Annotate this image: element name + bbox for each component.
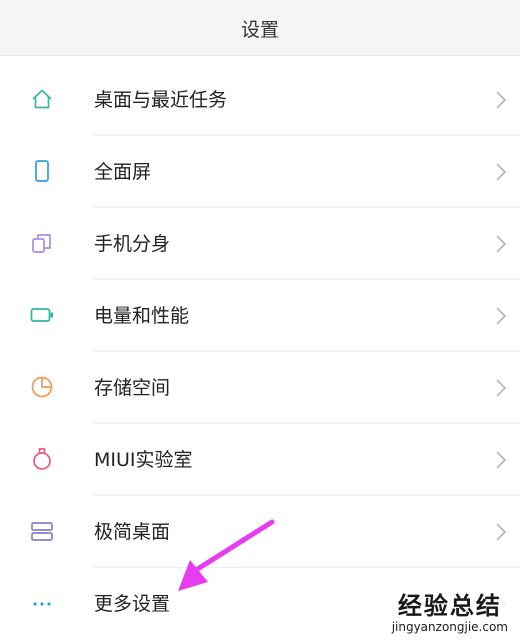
chevron-right-icon xyxy=(496,307,507,325)
pie-chart-icon xyxy=(31,376,53,398)
watermark: 经验总结 jingyanzongjie.com xyxy=(387,590,512,636)
settings-item-simple-mode[interactable]: 极简桌面 xyxy=(0,496,520,568)
more-icon xyxy=(33,602,51,606)
home-icon xyxy=(32,89,52,109)
settings-item-dual-apps[interactable]: 手机分身 xyxy=(0,208,520,280)
settings-item-label: 存储空间 xyxy=(94,377,171,399)
chevron-right-icon xyxy=(496,379,507,397)
settings-item-label: 手机分身 xyxy=(94,233,171,255)
settings-item-miui-lab[interactable]: MIUI实验室 xyxy=(0,424,520,496)
clone-icon xyxy=(32,234,51,253)
settings-item-label: 极简桌面 xyxy=(94,521,171,543)
chevron-right-icon xyxy=(496,163,507,181)
battery-icon xyxy=(30,308,53,322)
settings-item-desktop-recents[interactable]: 桌面与最近任务 xyxy=(0,64,520,136)
settings-item-label: 更多设置 xyxy=(94,593,171,615)
settings-item-label: 全面屏 xyxy=(94,161,152,183)
layout-icon xyxy=(31,522,53,541)
flask-icon xyxy=(33,448,51,470)
chevron-right-icon xyxy=(496,91,507,109)
settings-item-label: MIUI实验室 xyxy=(94,449,193,471)
settings-item-label: 桌面与最近任务 xyxy=(94,89,228,111)
settings-item-storage[interactable]: 存储空间 xyxy=(0,352,520,424)
chevron-right-icon xyxy=(496,523,507,541)
page-title: 设置 xyxy=(240,19,279,41)
settings-item-battery-performance[interactable]: 电量和性能 xyxy=(0,280,520,352)
settings-item-label: 电量和性能 xyxy=(94,305,190,327)
settings-item-full-screen[interactable]: 全面屏 xyxy=(0,136,520,208)
phone-icon xyxy=(35,160,49,182)
chevron-right-icon xyxy=(496,235,507,253)
watermark-url: jingyanzongjie.com xyxy=(391,620,508,634)
title-bar: 设置 xyxy=(0,0,520,56)
chevron-right-icon xyxy=(496,451,507,469)
watermark-title: 经验总结 xyxy=(397,592,502,620)
